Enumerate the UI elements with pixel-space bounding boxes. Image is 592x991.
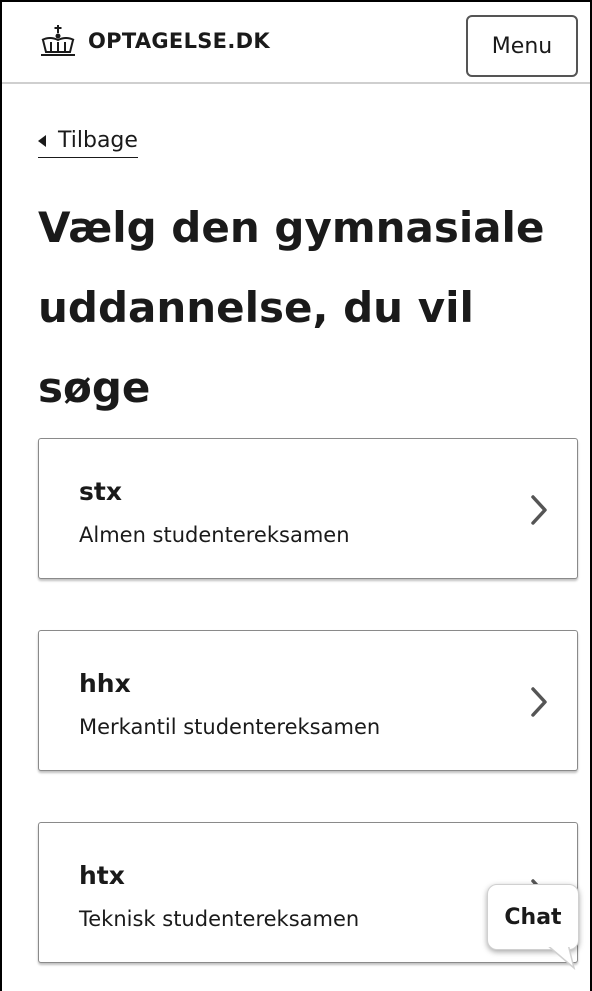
menu-button[interactable]: Menu <box>466 15 578 77</box>
education-card-hhx[interactable]: hhx Merkantil studentereksamen <box>38 630 578 771</box>
chat-button[interactable]: Chat <box>487 884 579 950</box>
crown-icon <box>38 24 78 58</box>
chevron-right-icon <box>529 494 549 530</box>
education-code: hhx <box>79 669 131 698</box>
site-logo[interactable]: OPTAGELSE.DK <box>38 24 270 58</box>
chevron-right-icon <box>529 686 549 722</box>
site-header: OPTAGELSE.DK Menu <box>2 2 590 84</box>
back-link[interactable]: Tilbage <box>38 128 138 158</box>
education-description: Teknisk studentereksamen <box>79 907 360 931</box>
page-title: Vælg den gymnasiale uddannelse, du vil s… <box>38 203 545 412</box>
education-description: Merkantil studentereksamen <box>79 715 381 739</box>
education-card-stx[interactable]: stx Almen studentereksamen <box>38 438 578 579</box>
education-description: Almen studentereksamen <box>79 523 350 547</box>
back-link-label: Tilbage <box>58 128 138 153</box>
chat-bubble-tail <box>543 943 578 974</box>
education-code: htx <box>79 861 125 890</box>
caret-left-icon <box>38 134 46 147</box>
logo-text: OPTAGELSE.DK <box>88 29 270 53</box>
education-code: stx <box>79 477 122 506</box>
